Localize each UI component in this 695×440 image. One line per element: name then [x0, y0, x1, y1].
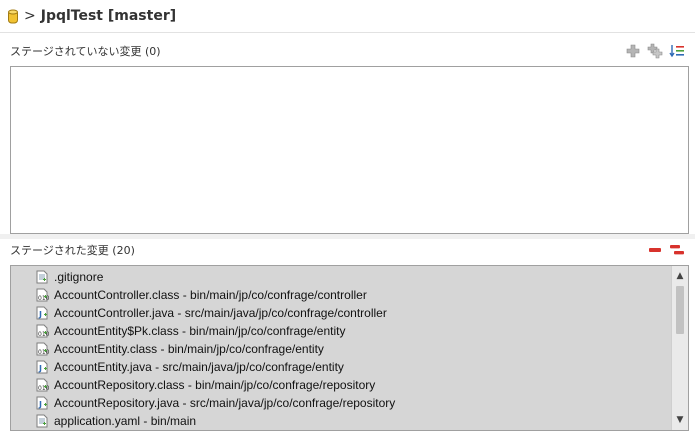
repository-title: JpqlTest [master] [40, 8, 177, 24]
text-file-icon [35, 414, 49, 428]
unstaged-changes-label: ステージされていない変更 (0) [10, 45, 161, 58]
staged-file-name: .gitignore [54, 270, 104, 284]
unstaged-changes-list[interactable] [10, 66, 689, 234]
java-file-icon: J [35, 396, 49, 410]
staged-file-name: AccountEntity.class - bin/main/jp/co/con… [54, 342, 324, 356]
svg-text:J: J [38, 400, 42, 409]
staged-file-row[interactable]: J AccountController.java - src/main/java/… [11, 304, 671, 322]
java-file-icon: J [35, 360, 49, 374]
staged-file-name: AccountController.java - src/main/java/j… [54, 306, 387, 320]
staged-file-row[interactable]: J AccountEntity.java - src/main/java/jp/c… [11, 358, 671, 376]
staged-file-row[interactable]: J AccountRepository.java - src/main/java/… [11, 394, 671, 412]
staged-file-name: AccountRepository.class - bin/main/jp/co… [54, 378, 376, 392]
add-icon[interactable] [625, 43, 641, 59]
add-all-icon[interactable] [647, 43, 663, 59]
svg-text:J: J [38, 364, 42, 373]
scroll-down-icon[interactable]: ▼ [672, 412, 688, 428]
unstaged-toolbar [625, 43, 685, 59]
class-file-icon: 010 [35, 288, 50, 302]
breadcrumb-separator: > [24, 8, 36, 24]
staged-changes-header: ステージされた変更 (20) [0, 239, 695, 261]
staged-file-row[interactable]: .gitignore [11, 268, 671, 286]
svg-text:010: 010 [38, 385, 49, 392]
scroll-thumb[interactable] [676, 286, 684, 334]
scroll-up-icon[interactable]: ▲ [672, 268, 688, 284]
remove-icon[interactable] [647, 242, 663, 258]
staged-toolbar [647, 242, 685, 258]
svg-text:010: 010 [38, 295, 49, 302]
staged-file-row[interactable]: 010 AccountEntity.class - bin/main/jp/co/… [11, 340, 671, 358]
java-file-icon: J [35, 306, 49, 320]
svg-text:J: J [38, 310, 42, 319]
class-file-icon: 010 [35, 342, 50, 356]
class-file-icon: 010 [35, 324, 50, 338]
staged-file-list: .gitignore 010 AccountController.class - b… [11, 268, 671, 430]
svg-text:010: 010 [38, 349, 49, 356]
staged-changes-label: ステージされた変更 (20) [10, 244, 135, 257]
staged-file-name: application.yaml - bin/main [54, 414, 197, 428]
remove-all-icon[interactable] [669, 242, 685, 258]
staged-changes-list[interactable]: .gitignore 010 AccountController.class - b… [10, 265, 689, 431]
title-bar: > JpqlTest [master] [0, 0, 695, 33]
staged-file-name: AccountController.class - bin/main/jp/co… [54, 288, 367, 302]
staged-file-row[interactable]: 010 AccountEntity$Pk.class - bin/main/jp/… [11, 322, 671, 340]
staged-file-row[interactable]: application.yaml - bin/main [11, 412, 671, 430]
vertical-scrollbar[interactable]: ▲ ▼ [671, 266, 688, 430]
staged-file-name: AccountRepository.java - src/main/java/j… [54, 396, 396, 410]
unstaged-changes-header: ステージされていない変更 (0) [0, 40, 695, 62]
staged-file-name: AccountEntity$Pk.class - bin/main/jp/co/… [54, 324, 346, 338]
class-file-icon: 010 [35, 378, 50, 392]
repository-icon [8, 9, 18, 23]
sort-icon[interactable] [669, 43, 685, 59]
staged-file-name: AccountEntity.java - src/main/java/jp/co… [54, 360, 344, 374]
svg-text:010: 010 [38, 331, 49, 338]
staged-file-row[interactable]: 010 AccountController.class - bin/main/jp… [11, 286, 671, 304]
text-file-icon [35, 270, 49, 284]
staged-file-row[interactable]: 010 AccountRepository.class - bin/main/jp… [11, 376, 671, 394]
